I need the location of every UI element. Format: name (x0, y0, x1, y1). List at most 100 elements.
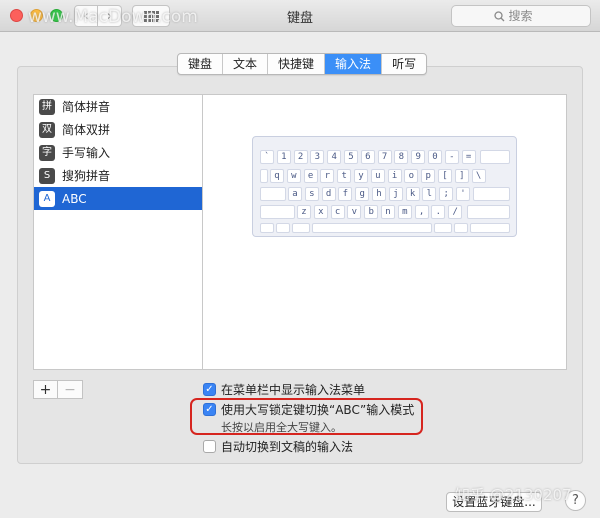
auto-switch-option[interactable]: 自动切换到文稿的输入法 (203, 438, 353, 455)
keyboard-key: u (370, 169, 385, 183)
keyboard-key: a (288, 187, 302, 201)
keyboard-key: , (414, 205, 429, 219)
keyboard-layout-preview: ` 1 2 3 4 5 6 7 8 9 0- = q w e r t y u i o p[] \ a s d f g h j k l; ' z x c… (252, 136, 517, 237)
keyboard-key: e (303, 169, 318, 183)
keyboard-key: g (355, 187, 370, 201)
keyboard-key: ] (454, 169, 469, 183)
show-menu-label: 在菜单栏中显示输入法菜单 (221, 383, 366, 397)
checkmark-icon: ✓ (205, 383, 214, 395)
tab-text[interactable]: 文本 (223, 54, 269, 74)
keyboard-key: \ (471, 169, 486, 183)
keyboard-modifier-key (260, 169, 268, 183)
keyboard-modifier-key (470, 223, 510, 233)
keyboard-key: = (461, 150, 476, 164)
keyboard-modifier-key (276, 223, 290, 233)
keyboard-key: h (372, 187, 386, 201)
keyboard-modifier-key (292, 223, 310, 233)
keyboard-modifier-key (454, 223, 468, 233)
keyboard-key: t (337, 169, 352, 183)
tab-dictation[interactable]: 听写 (382, 54, 426, 74)
keyboard-key: x (313, 205, 328, 219)
keyboard-modifier-key (434, 223, 452, 233)
keyboard-key: 3 (310, 150, 325, 164)
keyboard-modifier-key (480, 150, 510, 164)
keyboard-key: j (388, 187, 403, 201)
keyboard-key: s (304, 187, 319, 201)
keyboard-key: r (320, 169, 335, 183)
keyboard-modifier-key (260, 223, 274, 233)
keyboard-key: 4 (327, 150, 342, 164)
search-icon (493, 10, 504, 21)
keyboard-key: n (381, 205, 395, 219)
keyboard-key: v (347, 205, 362, 219)
keyboard-key: 2 (293, 150, 308, 164)
list-item-label: 手写输入 (62, 146, 111, 160)
keyboard-modifier-key (312, 223, 432, 233)
abc-icon: A (39, 190, 55, 207)
keyboard-key: c (330, 205, 345, 219)
keyboard-key: m (397, 205, 412, 219)
input-source-sogou[interactable]: S 搜狗拼音 (34, 164, 202, 187)
auto-switch-checkbox[interactable] (203, 440, 216, 453)
keyboard-key: 7 (377, 150, 392, 164)
keyboard-modifier-key (260, 187, 286, 201)
tab-input-sources[interactable]: 输入法 (325, 54, 383, 74)
keyboard-key: z (297, 205, 311, 219)
input-source-list: 拼 简体拼音 双 简体双拼 字 手写输入 S 搜狗拼音 A ABC (33, 94, 203, 370)
keyboard-key: / (448, 205, 463, 219)
keyboard-key: ` (260, 150, 274, 164)
shuangpin-icon: 双 (39, 121, 55, 138)
list-item-label: 简体拼音 (62, 100, 111, 114)
keyboard-key: 5 (344, 150, 358, 164)
keyboard-modifier-key (260, 205, 295, 219)
keyboard-modifier-key (467, 205, 510, 219)
list-edit-buttons: + − (33, 380, 83, 399)
handwriting-icon: 字 (39, 144, 55, 161)
auto-switch-label: 自动切换到文稿的输入法 (221, 440, 354, 454)
keyboard-key: 6 (360, 150, 375, 164)
list-item-label: 简体双拼 (62, 123, 111, 137)
keyboard-key: 8 (394, 150, 409, 164)
show-menu-option[interactable]: ✓ 在菜单栏中显示输入法菜单 (203, 381, 365, 398)
tab-bar: 键盘 文本 快捷键 输入法 听写 (177, 53, 428, 75)
keyboard-key: d (321, 187, 336, 201)
keyboard-modifier-key (473, 187, 510, 201)
watermark-top: www.MacDown.com (28, 7, 198, 27)
remove-input-source-button[interactable]: − (58, 380, 83, 399)
keyboard-key: - (444, 150, 459, 164)
watermark-bottom: 知乎 @2130207 (455, 486, 572, 504)
keyboard-key: l (422, 187, 437, 201)
keyboard-key: w (286, 169, 301, 183)
tab-shortcuts[interactable]: 快捷键 (268, 54, 326, 74)
input-source-abc[interactable]: A ABC (34, 187, 202, 210)
keyboard-key: o (404, 169, 419, 183)
show-menu-checkbox[interactable]: ✓ (203, 383, 216, 396)
keyboard-key: p (421, 169, 436, 183)
search-field[interactable] (451, 5, 591, 27)
keyboard-key: ; (439, 187, 454, 201)
keyboard-key: q (270, 169, 284, 183)
search-input[interactable] (508, 9, 549, 23)
list-item-label: 搜狗拼音 (62, 169, 111, 183)
input-source-handwriting[interactable]: 字 手写输入 (34, 141, 202, 164)
keyboard-key: b (364, 205, 379, 219)
keyboard-key: y (354, 169, 368, 183)
keyboard-key: f (338, 187, 353, 201)
sogou-icon: S (39, 167, 55, 184)
keyboard-key: 0 (428, 150, 442, 164)
input-source-pinyin[interactable]: 拼 简体拼音 (34, 95, 202, 118)
keyboard-key: i (387, 169, 402, 183)
keyboard-key: . (431, 205, 446, 219)
keyboard-key: 1 (276, 150, 291, 164)
annotation-highlight-box (190, 398, 423, 435)
keyboard-key: [ (438, 169, 452, 183)
pinyin-icon: 拼 (39, 98, 55, 115)
keyboard-key: ' (456, 187, 470, 201)
tab-keyboard[interactable]: 键盘 (178, 54, 224, 74)
keyboard-preview-pane: ` 1 2 3 4 5 6 7 8 9 0- = q w e r t y u i o p[] \ a s d f g h j k l; ' z x c… (203, 94, 567, 370)
keyboard-key: 9 (411, 150, 426, 164)
add-input-source-button[interactable]: + (33, 380, 58, 399)
keyboard-key: k (405, 187, 420, 201)
input-source-shuangpin[interactable]: 双 简体双拼 (34, 118, 202, 141)
list-item-label: ABC (62, 191, 87, 206)
